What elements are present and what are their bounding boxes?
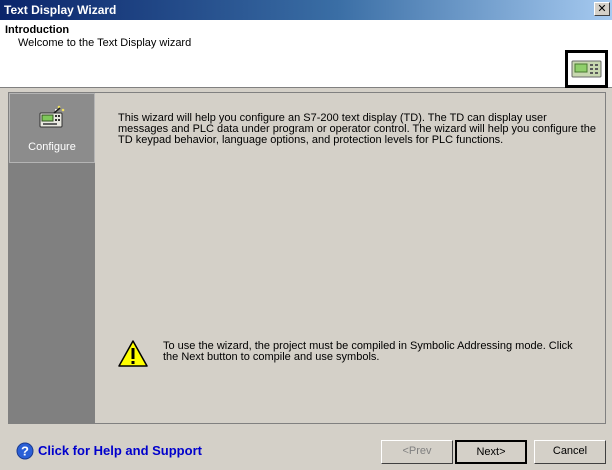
cancel-button[interactable]: Cancel	[534, 440, 606, 464]
intro-description: This wizard will help you configure an S…	[118, 112, 596, 146]
window-title: Text Display Wizard	[4, 3, 117, 17]
wizard-header: Introduction Welcome to the Text Display…	[0, 20, 612, 88]
wizard-content: Configure This wizard will help you conf…	[8, 92, 606, 424]
prev-button[interactable]: <Prev	[381, 440, 453, 464]
help-link-label: Click for Help and Support	[38, 443, 202, 458]
next-button[interactable]: Next>	[455, 440, 527, 464]
warning-message: To use the wizard, the project must be c…	[163, 340, 573, 363]
wizard-sidebar: Configure	[9, 93, 95, 423]
configure-display-icon	[39, 105, 65, 128]
close-button[interactable]: ✕	[594, 2, 610, 16]
page-title: Introduction	[5, 24, 70, 36]
warning-icon	[118, 340, 148, 367]
text-display-device-icon	[565, 50, 608, 88]
sidebar-item-configure[interactable]: Configure	[9, 93, 95, 163]
title-bar: Text Display Wizard ✕	[0, 0, 612, 20]
sidebar-item-label: Configure	[28, 141, 76, 153]
svg-text:?: ?	[21, 444, 29, 459]
page-subtitle: Welcome to the Text Display wizard	[18, 37, 192, 49]
help-icon: ?	[16, 442, 34, 460]
close-icon: ✕	[597, 3, 607, 15]
